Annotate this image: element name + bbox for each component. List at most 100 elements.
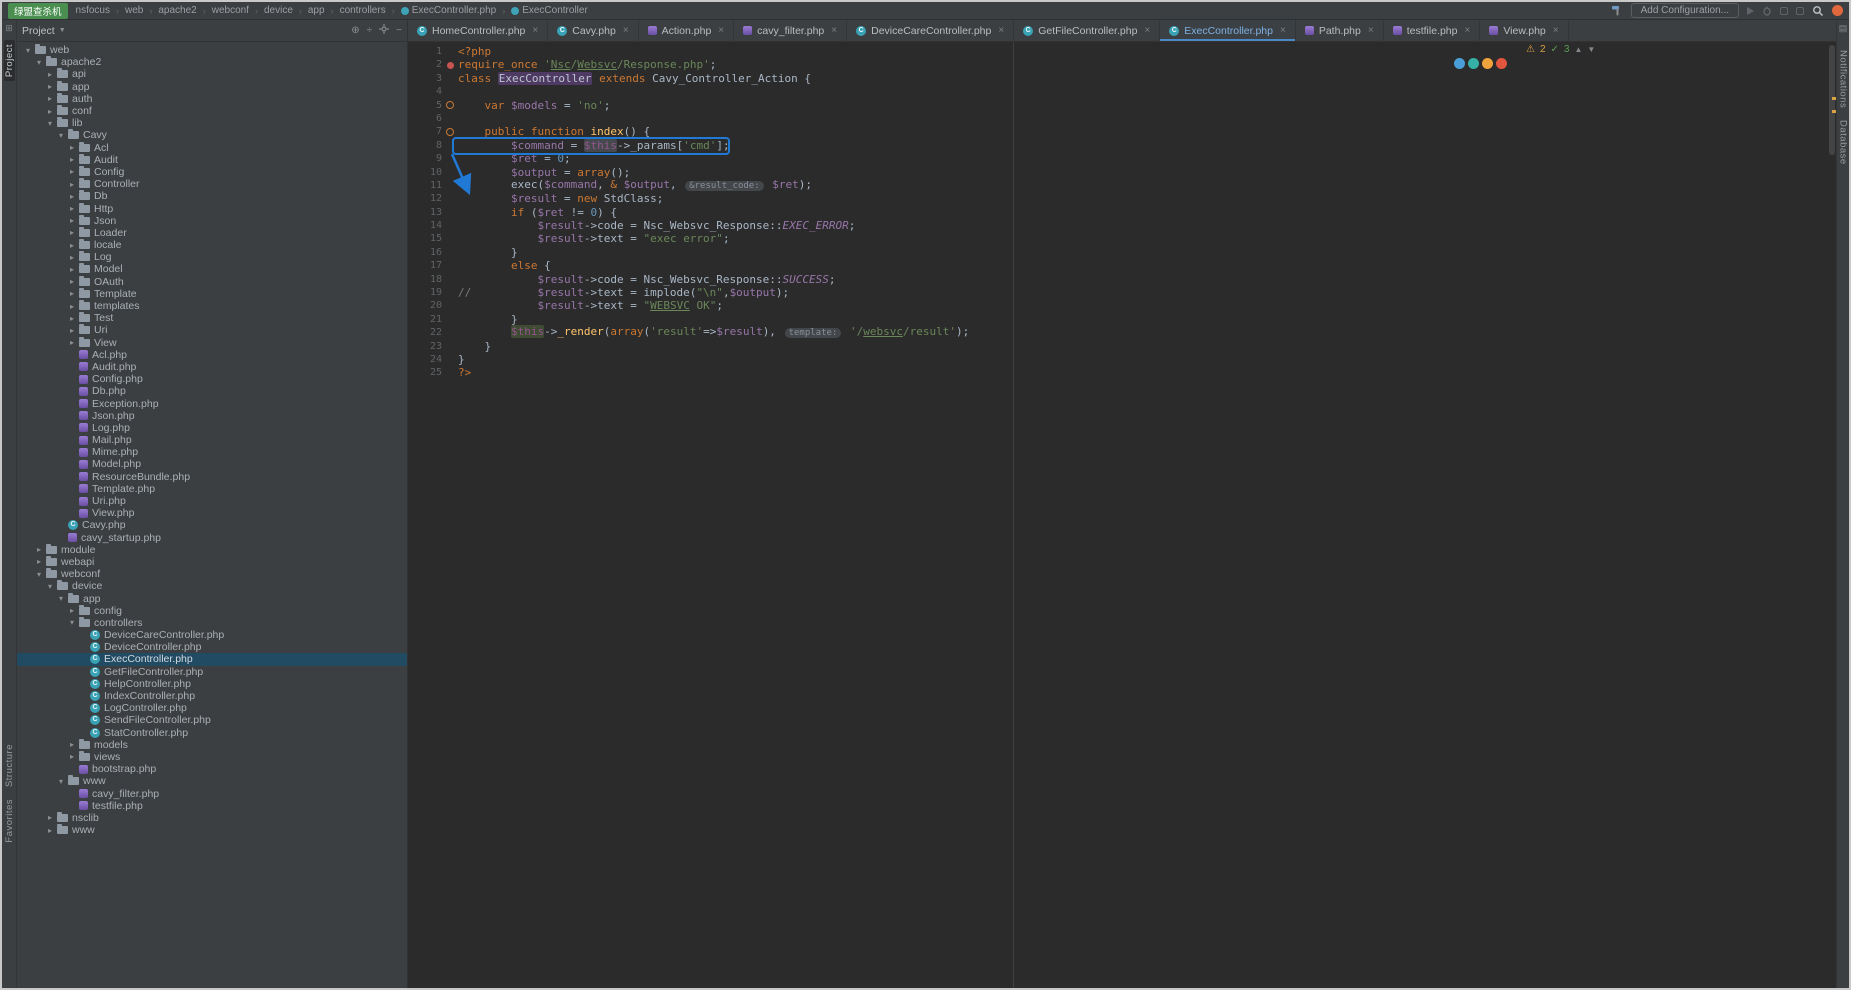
close-tab-icon[interactable]: ×	[1553, 25, 1559, 36]
tree-item-HelpController.php[interactable]: CHelpController.php	[17, 678, 407, 690]
tree-item-bootstrap.php[interactable]: bootstrap.php	[17, 763, 407, 775]
tab-View.php[interactable]: View.php×	[1480, 20, 1568, 41]
tab-Cavy.php[interactable]: CCavy.php×	[548, 20, 638, 41]
tree-item-OAuth[interactable]: ▸OAuth	[17, 276, 407, 288]
code-line[interactable]: 21 }	[408, 313, 1836, 326]
chevron-right-icon[interactable]: ▸	[45, 107, 55, 116]
tree-item-ResourceBundle.php[interactable]: ResourceBundle.php	[17, 471, 407, 483]
code-line[interactable]: 18 $result->code = Nsc_Websvc_Response::…	[408, 273, 1836, 286]
chevron-right-icon[interactable]: ▸	[67, 740, 77, 749]
tree-item-Mime.php[interactable]: Mime.php	[17, 446, 407, 458]
breadcrumb-item[interactable]: ExecController.php	[401, 5, 497, 16]
colored-dot-icon[interactable]	[1482, 58, 1493, 69]
tree-item-app[interactable]: ▸app	[17, 81, 407, 93]
tree-item-GetFileController.php[interactable]: CGetFileController.php	[17, 666, 407, 678]
add-configuration-button[interactable]: Add Configuration...	[1631, 3, 1739, 18]
tree-item-View.php[interactable]: View.php	[17, 507, 407, 519]
tree-item-web[interactable]: ▾web	[17, 44, 407, 56]
tree-item-DeviceController.php[interactable]: CDeviceController.php	[17, 641, 407, 653]
tool-window-button-project[interactable]: Project	[4, 40, 15, 81]
chevron-right-icon[interactable]: ▸	[34, 545, 44, 554]
close-tab-icon[interactable]: ×	[623, 25, 629, 36]
debug-icon[interactable]	[1762, 6, 1772, 16]
chevron-right-icon[interactable]: ▸	[67, 241, 77, 250]
code-line[interactable]: 17 else {	[408, 259, 1836, 272]
tree-item-templates[interactable]: ▸templates	[17, 300, 407, 312]
breadcrumb-item[interactable]: device	[264, 5, 293, 16]
code-line[interactable]: 10 $output = array();	[408, 166, 1836, 179]
tree-item-Log.php[interactable]: Log.php	[17, 422, 407, 434]
expand-collapse-icon[interactable]: ÷	[367, 25, 373, 36]
tool-window-button-favorites[interactable]: Favorites	[4, 799, 15, 843]
tree-item-SendFileController.php[interactable]: CSendFileController.php	[17, 714, 407, 726]
tab-GetFileController.php[interactable]: CGetFileController.php×	[1014, 20, 1160, 41]
tree-item-Audit[interactable]: ▸Audit	[17, 154, 407, 166]
tree-item-Http[interactable]: ▸Http	[17, 202, 407, 214]
tab-Action.php[interactable]: Action.php×	[639, 20, 734, 41]
tree-item-www[interactable]: ▾www	[17, 775, 407, 787]
tree-item-api[interactable]: ▸api	[17, 68, 407, 80]
chevron-right-icon[interactable]: ▸	[45, 826, 55, 835]
chevron-right-icon[interactable]: ▸	[67, 216, 77, 225]
chevron-down-icon[interactable]: ▾	[56, 131, 66, 140]
code-line[interactable]: 25?>	[408, 366, 1836, 379]
tree-item-StatController.php[interactable]: CStatController.php	[17, 727, 407, 739]
tree-item-Uri[interactable]: ▸Uri	[17, 324, 407, 336]
tree-item-lib[interactable]: ▾lib	[17, 117, 407, 129]
chevron-right-icon[interactable]: ▸	[45, 70, 55, 79]
tree-item-Model[interactable]: ▸Model	[17, 263, 407, 275]
close-tab-icon[interactable]: ×	[998, 25, 1004, 36]
error-stripe-mark[interactable]	[1832, 97, 1836, 100]
tab-ExecController.php[interactable]: CExecController.php×	[1160, 20, 1296, 41]
tool-window-button-notifications[interactable]: Notifications	[1838, 50, 1849, 108]
chevron-down-icon[interactable]: ▾	[56, 777, 66, 786]
locate-file-icon[interactable]: ⊕	[351, 25, 359, 36]
chevron-right-icon[interactable]: ▸	[45, 94, 55, 103]
code-line[interactable]: 2require_once 'Nsc/Websvc/Response.php';	[408, 58, 1836, 71]
tree-item-auth[interactable]: ▸auth	[17, 93, 407, 105]
code-line[interactable]: 20 $result->text = "WEBSVC OK";	[408, 299, 1836, 312]
tree-item-cavy_filter.php[interactable]: cavy_filter.php	[17, 787, 407, 799]
code-line[interactable]: 13 if ($ret != 0) {	[408, 206, 1836, 219]
tree-item-Template[interactable]: ▸Template	[17, 288, 407, 300]
profiler-icon[interactable]	[1796, 7, 1804, 15]
tree-item-Audit.php[interactable]: Audit.php	[17, 361, 407, 373]
chevron-right-icon[interactable]: ▸	[67, 155, 77, 164]
chevron-down-icon[interactable]: ▾	[45, 119, 55, 128]
tree-item-app[interactable]: ▾app	[17, 592, 407, 604]
code-line[interactable]: 22 $this->_render(array('result'=>$resul…	[408, 326, 1836, 339]
chevron-right-icon[interactable]: ▸	[67, 302, 77, 311]
chevron-down-icon[interactable]: ▾	[23, 46, 33, 55]
override-marker-icon[interactable]	[442, 128, 458, 136]
tree-item-webconf[interactable]: ▾webconf	[17, 568, 407, 580]
close-tab-icon[interactable]: ×	[1144, 25, 1150, 36]
chevron-right-icon[interactable]: ▸	[45, 82, 55, 91]
code-line[interactable]: 1<?php	[408, 45, 1836, 58]
chevron-right-icon[interactable]: ▸	[67, 326, 77, 335]
chevron-down-icon[interactable]: ▾	[45, 582, 55, 591]
chevron-right-icon[interactable]: ▸	[67, 752, 77, 761]
chevron-right-icon[interactable]: ▸	[67, 265, 77, 274]
tree-item-Config[interactable]: ▸Config	[17, 166, 407, 178]
close-tab-icon[interactable]: ×	[831, 25, 837, 36]
project-panel-title[interactable]: Project	[22, 25, 55, 37]
tree-item-Exception.php[interactable]: Exception.php	[17, 397, 407, 409]
tab-testfile.php[interactable]: testfile.php×	[1384, 20, 1481, 41]
chevron-right-icon[interactable]: ▸	[67, 180, 77, 189]
tree-item-models[interactable]: ▸models	[17, 739, 407, 751]
tree-item-View[interactable]: ▸View	[17, 337, 407, 349]
chevron-right-icon[interactable]: ▸	[67, 314, 77, 323]
tree-item-Cavy.php[interactable]: CCavy.php	[17, 519, 407, 531]
breadcrumb-item[interactable]: controllers	[340, 5, 386, 16]
chevron-right-icon[interactable]: ▸	[45, 813, 55, 822]
tree-item-Controller[interactable]: ▸Controller	[17, 178, 407, 190]
code-line[interactable]: 6	[408, 112, 1836, 125]
settings-gear-icon[interactable]	[379, 24, 389, 37]
search-icon[interactable]	[1812, 5, 1824, 17]
tree-item-Log[interactable]: ▸Log	[17, 251, 407, 263]
tree-item-testfile.php[interactable]: testfile.php	[17, 800, 407, 812]
avatar[interactable]	[1832, 5, 1843, 16]
tree-item-Uri.php[interactable]: Uri.php	[17, 495, 407, 507]
editor-scrollbar[interactable]	[1829, 45, 1835, 155]
code-line[interactable]: 4	[408, 85, 1836, 98]
